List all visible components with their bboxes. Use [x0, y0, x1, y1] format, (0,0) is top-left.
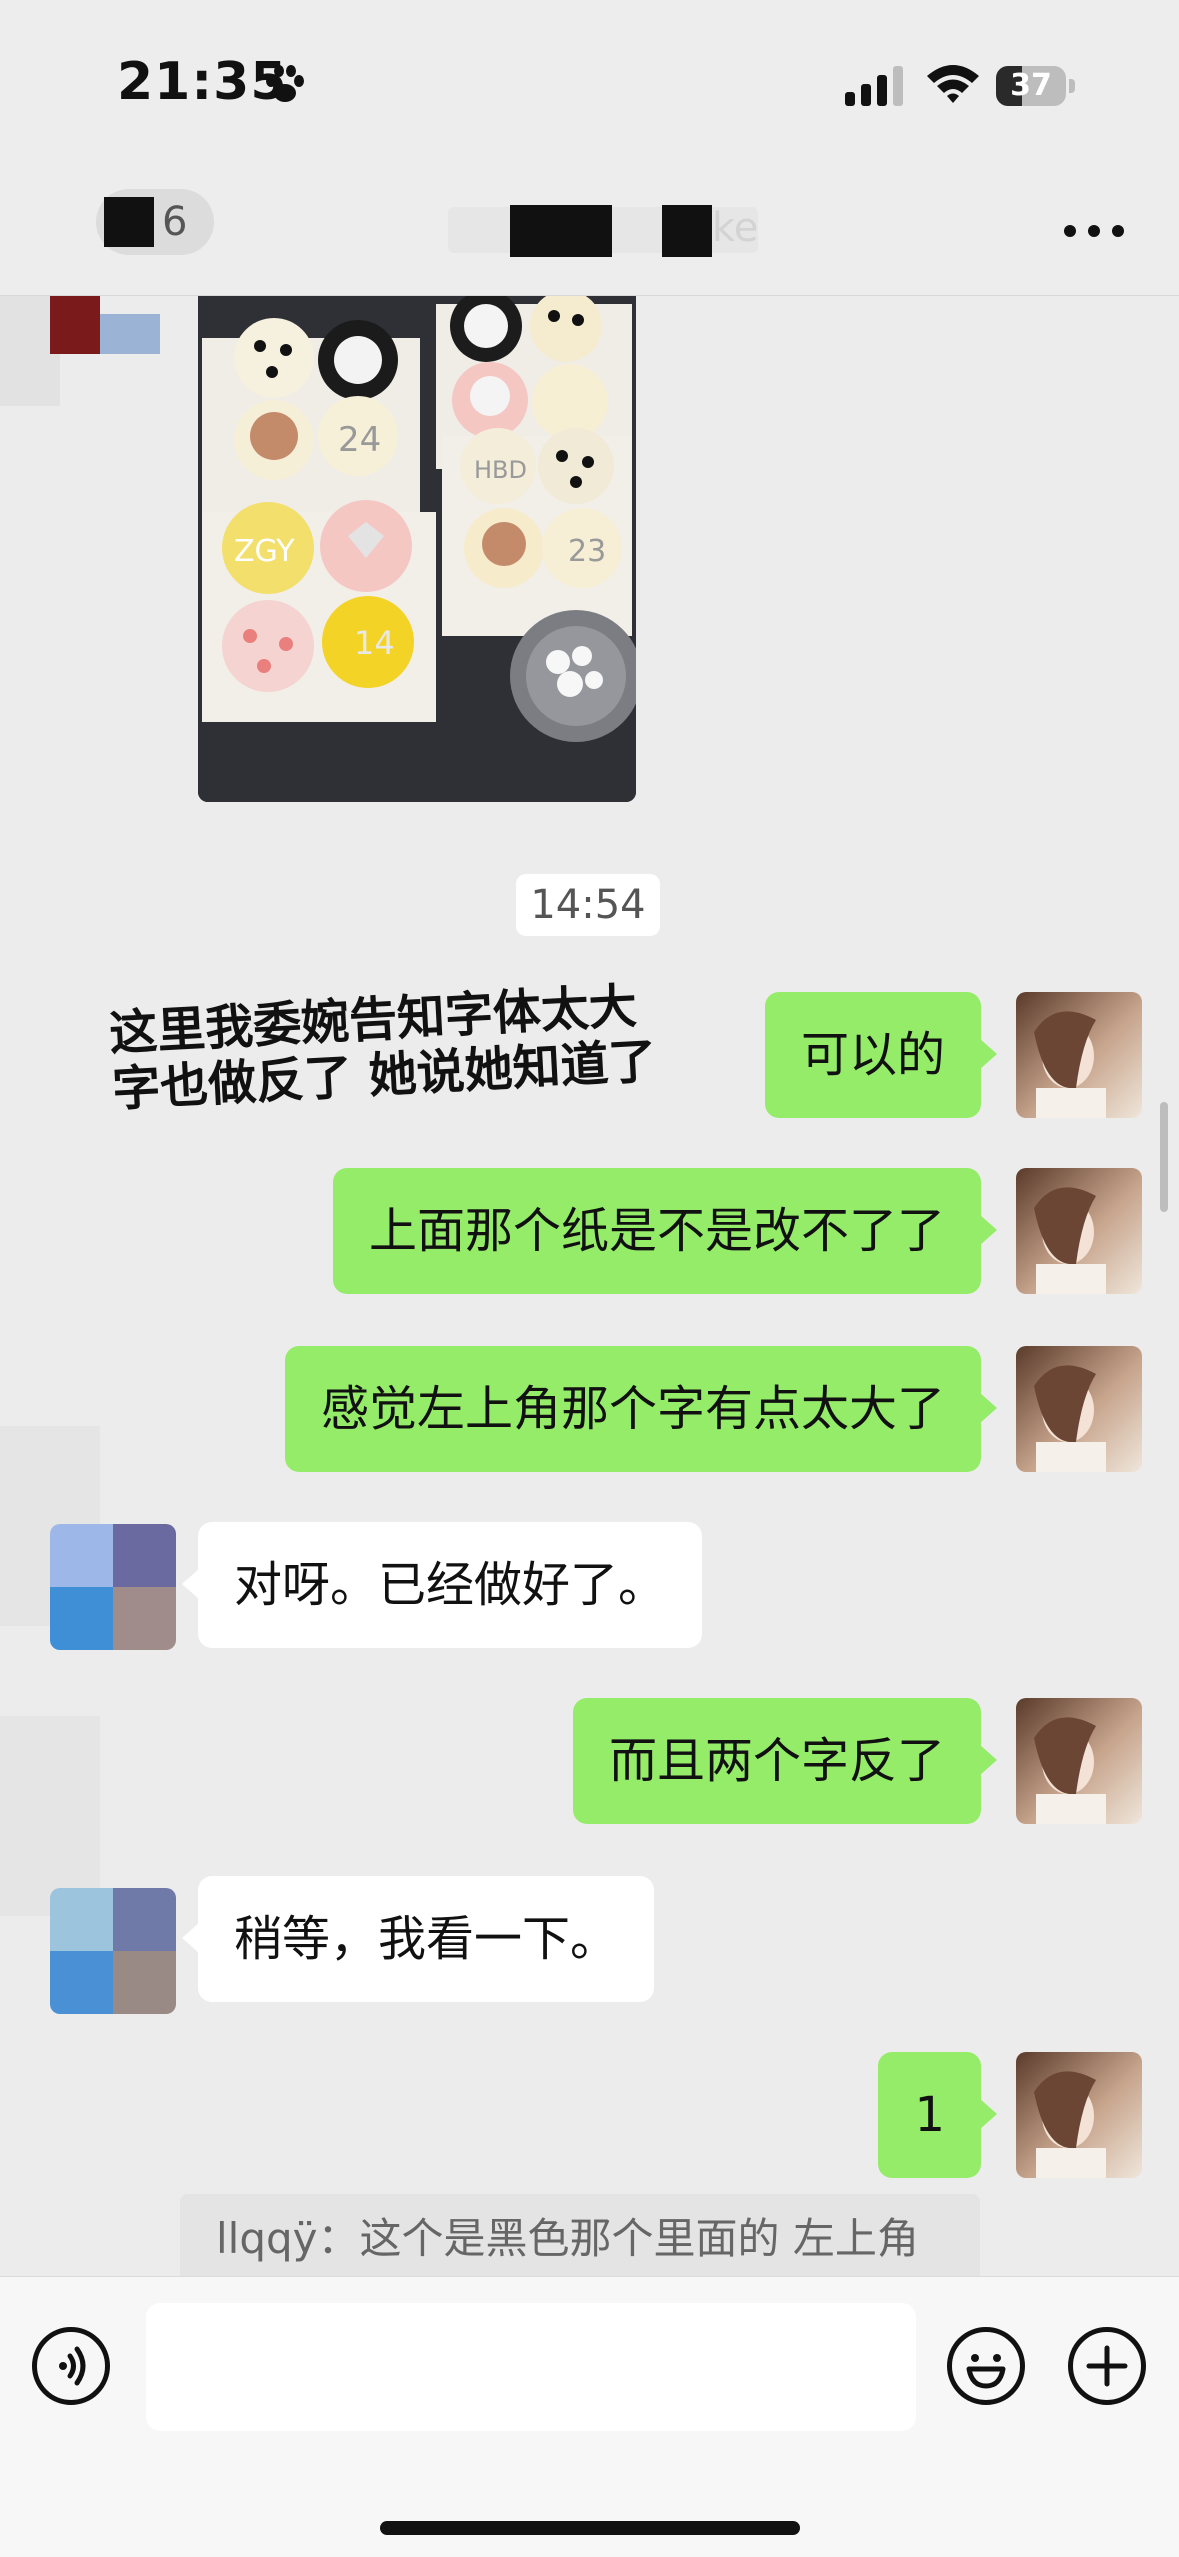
message-input[interactable] [146, 2303, 916, 2431]
emoji-icon[interactable] [947, 2327, 1025, 2405]
chat-title: ke [712, 205, 759, 251]
chat-header: 6 ke [0, 165, 1179, 296]
my-avatar[interactable] [1016, 1346, 1142, 1472]
overlay-note: 这里我委婉告知字体太大 字也做反了 她说她知道了 [108, 977, 658, 1117]
contact-message-bubble[interactable]: 稍等，我看一下。 [182, 1876, 655, 2002]
my-avatar[interactable] [1016, 2052, 1142, 2178]
svg-text:ZGY: ZGY [234, 534, 295, 569]
redacted-block [104, 197, 154, 247]
my-message-bubble[interactable]: 感觉左上角那个字有点太大了 [284, 1346, 997, 1472]
photo-message[interactable]: 24 ZGY 14 HBD 23 [198, 296, 636, 802]
paw-icon [266, 65, 304, 102]
my-avatar[interactable] [1016, 992, 1142, 1118]
signal-icon [845, 66, 903, 106]
more-icon[interactable] [1064, 221, 1124, 241]
blurred-region [0, 1716, 100, 1916]
cake-photo: 24 ZGY 14 HBD 23 [198, 296, 636, 802]
chat-area[interactable]: 24 ZGY 14 HBD 23 14:54 这里我委婉告知字体太大 字也做反了… [0, 296, 1179, 2276]
message-text: 感觉左上角那个字有点太大了 [320, 1381, 945, 1437]
scrollbar[interactable] [1160, 1102, 1168, 1212]
my-message-bubble[interactable]: 1 [878, 2052, 997, 2178]
status-bar: 21:35 37 [0, 0, 1179, 165]
timestamp: 14:54 [516, 874, 660, 936]
message-text: 而且两个字反了 [608, 1733, 945, 1789]
my-message-bubble[interactable]: 而且两个字反了 [572, 1698, 997, 1824]
message-text: 对呀。已经做好了。 [234, 1557, 667, 1613]
battery-level: 37 [1010, 68, 1052, 103]
message-text: 上面那个纸是不是改不了了 [368, 1203, 945, 1259]
svg-text:24: 24 [338, 420, 381, 460]
svg-text:23: 23 [568, 534, 606, 569]
redacted-block [510, 205, 612, 257]
plus-icon[interactable] [1068, 2327, 1146, 2405]
back-button[interactable]: 6 [96, 189, 214, 255]
unread-count: 6 [162, 199, 188, 245]
battery-icon: 37 [996, 66, 1076, 106]
voice-icon[interactable] [32, 2327, 110, 2405]
svg-text:HBD: HBD [474, 456, 527, 484]
redacted-block [662, 205, 712, 257]
my-avatar[interactable] [1016, 1698, 1142, 1824]
contact-avatar[interactable] [50, 1524, 176, 1650]
contact-message-bubble[interactable]: 对呀。已经做好了。 [182, 1522, 703, 1648]
blurred-region [50, 296, 100, 354]
blurred-region [100, 314, 160, 354]
quoted-reply[interactable]: llqqÿ：这个是黑色那个里面的 左上角 [180, 2194, 980, 2276]
my-message-bubble[interactable]: 上面那个纸是不是改不了了 [332, 1168, 997, 1294]
svg-text:14: 14 [354, 624, 395, 662]
message-text: 稍等，我看一下。 [234, 1911, 619, 1967]
wifi-icon [927, 65, 979, 103]
my-message-bubble[interactable]: 可以的 [764, 992, 997, 1118]
contact-avatar[interactable] [50, 1888, 176, 2014]
home-indicator[interactable] [380, 2521, 800, 2535]
input-bar [0, 2276, 1179, 2557]
my-avatar[interactable] [1016, 1168, 1142, 1294]
message-text: 1 [914, 2087, 945, 2143]
message-text: 可以的 [800, 1027, 945, 1083]
